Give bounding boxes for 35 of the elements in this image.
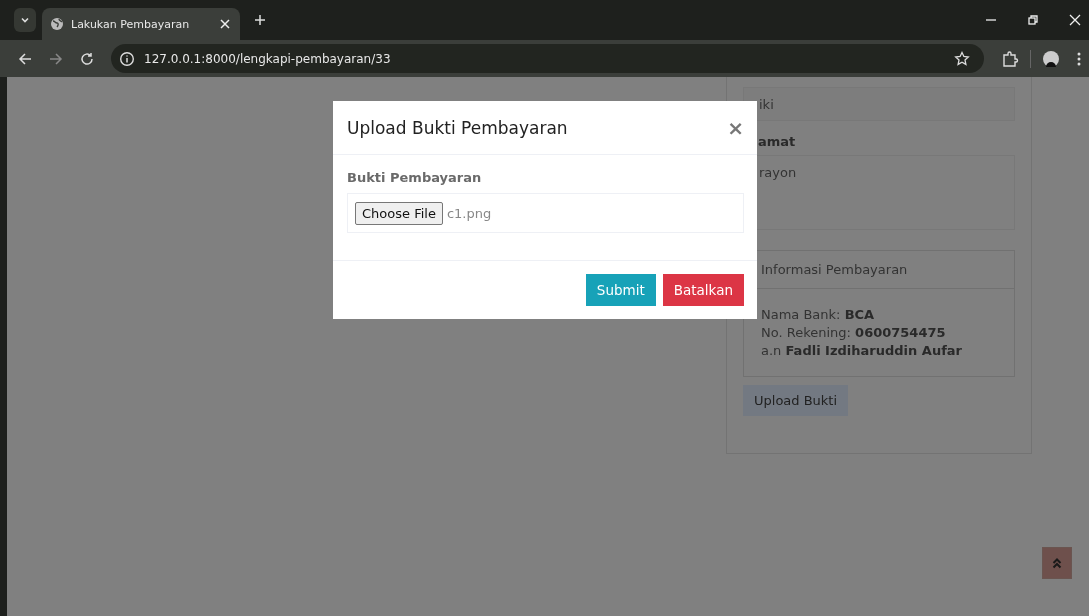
close-window-icon[interactable] (1069, 14, 1081, 26)
new-tab-icon[interactable] (254, 14, 266, 26)
close-tab-icon[interactable] (220, 19, 230, 29)
panel-title: Informasi Pembayaran (761, 262, 908, 277)
tab-search-button[interactable] (14, 8, 36, 32)
name-field[interactable]: iki (743, 87, 1015, 121)
field-label: amat (758, 134, 796, 149)
info-icon[interactable] (119, 50, 135, 67)
upload-button[interactable]: Upload Bukti (743, 385, 849, 416)
globe-icon (50, 17, 64, 31)
chevron-down-icon (20, 15, 30, 25)
url-text: 127.0.0.1:8000/lengkapi-pembayaran/33 (144, 51, 391, 66)
reload-icon[interactable] (80, 51, 94, 66)
choose-file-button[interactable]: Choose File (355, 201, 443, 225)
info-line: a.n Fadli Izdiharuddin Aufar (761, 343, 963, 358)
forward-icon[interactable] (49, 51, 63, 66)
cancel-button[interactable]: Batalkan (662, 274, 744, 306)
puzzle-icon[interactable] (1001, 49, 1019, 68)
address-bar[interactable]: 127.0.0.1:8000/lengkapi-pembayaran/33 (111, 44, 984, 73)
modal-title: Upload Bukti Pembayaran (347, 117, 568, 138)
file-input[interactable]: Choose File c1.png (347, 193, 744, 233)
info-line: Nama Bank: BCA (761, 307, 876, 322)
avatar-icon[interactable] (1042, 49, 1060, 68)
close-button[interactable]: × (727, 115, 744, 140)
double-chevron-up-icon (1052, 557, 1062, 569)
browser-tab[interactable]: Lakukan Pembayaran (42, 8, 240, 40)
field-label: Bukti Pembayaran (347, 170, 483, 185)
more-icon[interactable] (1077, 50, 1081, 67)
submit-button[interactable]: Submit (585, 274, 656, 306)
back-icon[interactable] (18, 51, 32, 66)
star-icon[interactable] (954, 50, 970, 67)
file-name: c1.png (446, 205, 492, 221)
info-line: No. Rekening: 0600754475 (761, 325, 947, 340)
tab-title: Lakukan Pembayaran (71, 17, 191, 31)
restore-icon[interactable] (1027, 14, 1039, 26)
